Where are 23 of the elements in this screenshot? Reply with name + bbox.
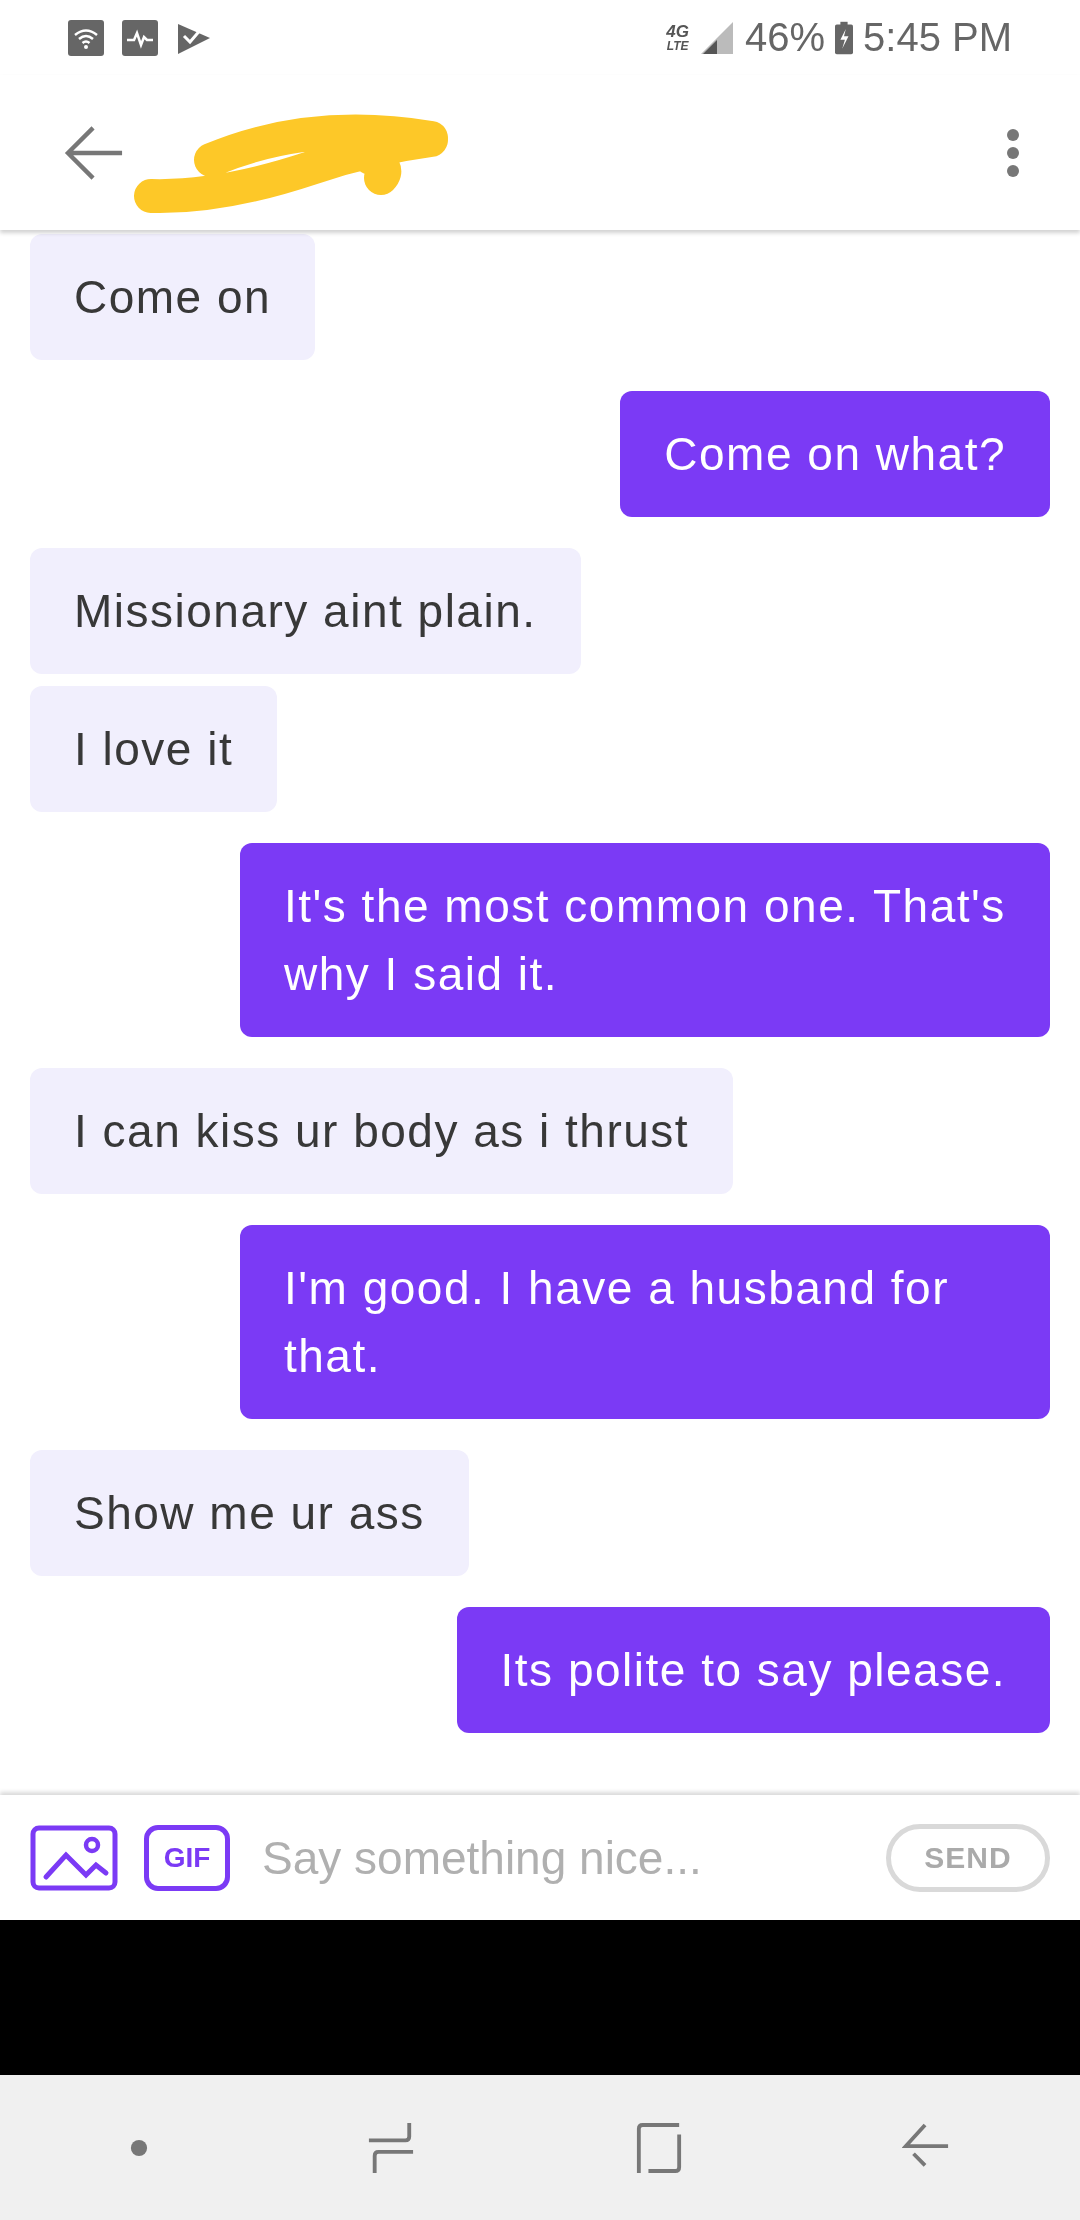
sent-message: Come on what? <box>620 391 1050 517</box>
sent-message: Its polite to say please. <box>456 1607 1050 1733</box>
gif-button[interactable]: GIF <box>144 1824 230 1891</box>
network-type: 4G <box>666 23 689 40</box>
received-message: Come on <box>30 234 316 360</box>
home-icon[interactable] <box>634 2120 683 2175</box>
pulse-icon <box>122 19 158 56</box>
battery-percentage: 46% <box>744 15 826 60</box>
dot-icon[interactable] <box>129 2138 148 2157</box>
sent-message: It's the most common one. That's why I said it. <box>240 843 1050 1037</box>
received-message: I can kiss ur body as i thrust <box>30 1068 734 1194</box>
battery-icon <box>835 20 854 55</box>
more-options-icon[interactable] <box>1006 127 1020 178</box>
received-message: I love it <box>30 686 278 812</box>
image-icon[interactable] <box>30 1824 118 1891</box>
received-message: Show me ur ass <box>30 1450 469 1576</box>
message-input[interactable]: Say something nice... <box>260 1829 856 1886</box>
network-subtype: LTE <box>666 40 689 52</box>
wifi-icon <box>68 19 104 56</box>
clock: 5:45 PM <box>863 15 1012 60</box>
recent-apps-icon[interactable] <box>367 2120 416 2175</box>
received-message: Missionary aint plain. <box>30 548 581 674</box>
sent-message: I'm good. I have a husband for that. <box>240 1225 1050 1419</box>
